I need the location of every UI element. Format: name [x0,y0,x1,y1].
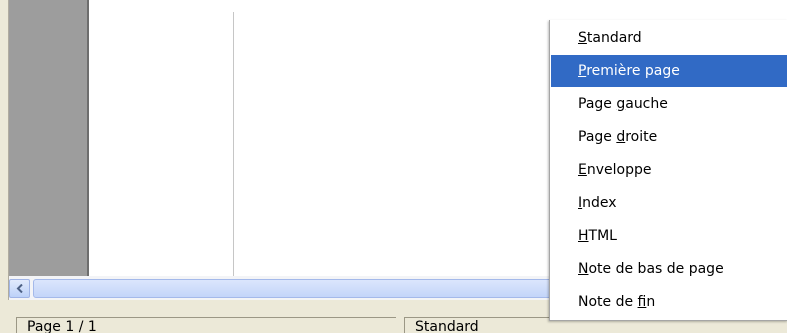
chevron-left-icon [16,284,23,293]
menu-item-text: remière page [586,63,680,79]
menu-item-text: ote de bas de page [588,261,724,277]
menu-item-text: roite [625,129,658,145]
menu-item-text: tandard [586,30,642,46]
status-page-number: Page 1 / 1 [16,317,396,333]
menu-item-note-de-fin[interactable]: Note de fin [551,286,787,318]
menu-item-text: Page [578,96,617,112]
menu-item-text: TML [588,228,617,244]
menu-item-mnemonic: N [578,261,589,277]
menu-item-standard[interactable]: Standard [551,22,787,54]
menu-item-note-de-bas-de-page[interactable]: Note de bas de page [551,253,787,285]
menu-item-text: Page [578,129,617,145]
menu-item-mnemonic: g [616,96,626,112]
menu-item-page-droite[interactable]: Page droite [551,121,787,153]
menu-item-text: in [646,294,656,310]
menu-item-page-gauche[interactable]: Page gauche [551,88,787,120]
menu-item-html[interactable]: HTML [551,220,787,252]
document-outer-margin [9,0,87,276]
menu-item-mnemonic: E [578,162,587,178]
menu-item-mnemonic: P [578,63,587,79]
menu-item-enveloppe[interactable]: Enveloppe [551,154,787,186]
menu-item-index[interactable]: Index [551,187,787,219]
page-text-boundary [233,12,234,276]
menu-item-mnemonic: d [616,129,626,145]
menu-item-mnemonic: H [578,228,589,244]
page-style-context-menu: Standard Première page Page gauche Page … [549,20,787,321]
menu-item-text: Note de [578,294,638,310]
menu-item-text: auche [625,96,668,112]
menu-item-text: nveloppe [586,162,652,178]
scroll-left-button[interactable] [9,279,30,298]
menu-item-premiere-page[interactable]: Première page [551,55,787,87]
menu-item-text: ndex [582,195,617,211]
menu-item-mnemonic: S [578,30,587,46]
